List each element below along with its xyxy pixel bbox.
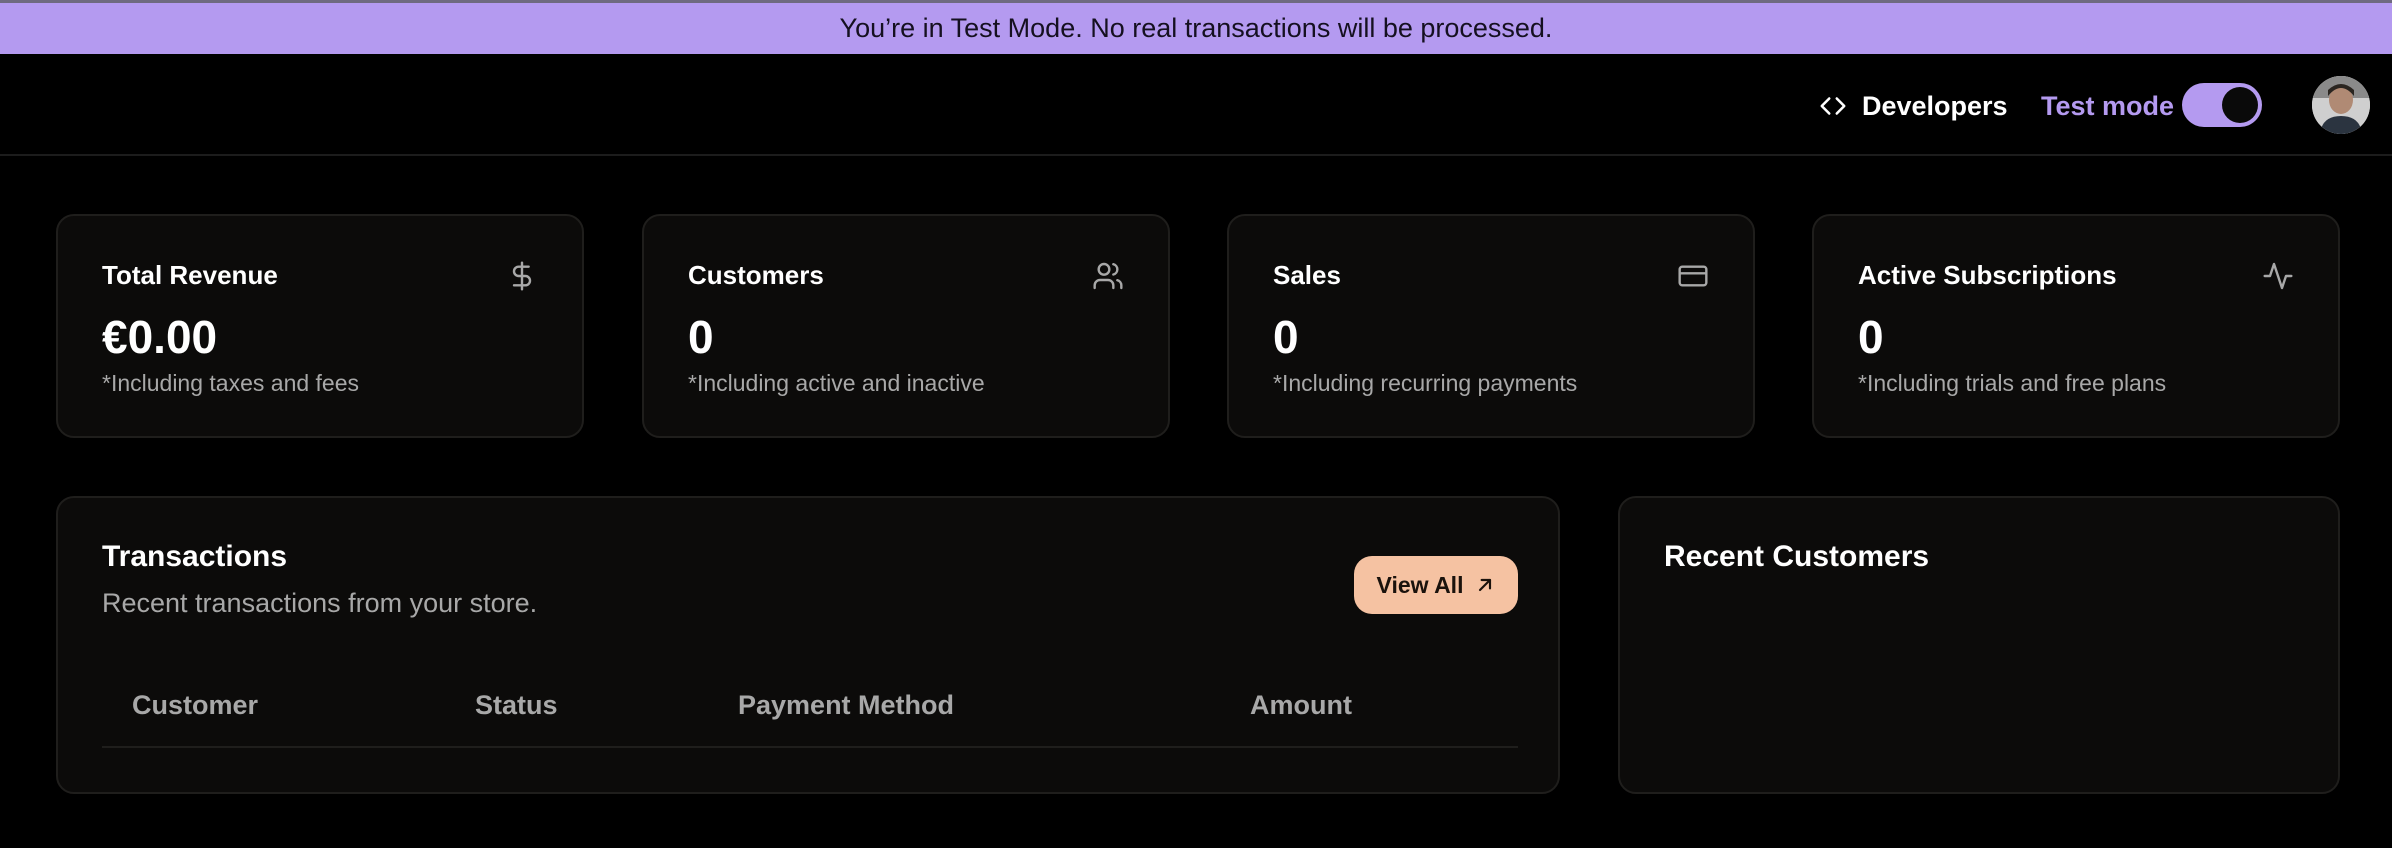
stat-card-total-revenue: Total Revenue €0.00 *Including taxes and… [56, 214, 584, 438]
table-header-row: Customer Status Payment Method Amount [102, 668, 1518, 748]
column-header-payment-method[interactable]: Payment Method [738, 690, 954, 721]
stat-note: *Including recurring payments [1273, 370, 1578, 396]
stat-value: 0 [688, 311, 714, 363]
developers-label: Developers [1862, 90, 2008, 121]
stat-note: *Including active and inactive [688, 370, 985, 396]
view-all-button[interactable]: View All [1354, 556, 1518, 614]
test-mode-banner: You’re in Test Mode. No real transaction… [0, 0, 2392, 54]
stat-note: *Including trials and free plans [1858, 370, 2167, 396]
user-avatar-icon [2312, 76, 2370, 134]
users-icon [1093, 262, 1123, 290]
credit-card-icon [1678, 265, 1708, 287]
avatar[interactable] [2312, 76, 2370, 134]
developers-link[interactable]: Developers [1818, 86, 2008, 126]
test-mode-label: Test mode [2041, 90, 2175, 121]
stat-title: Customers [688, 260, 824, 290]
recent-customers-card: Recent Customers [1618, 496, 2340, 794]
stat-note: *Including taxes and fees [102, 370, 360, 396]
stat-card-customers: Customers 0 *Including active and inacti… [642, 214, 1170, 438]
activity-icon [2263, 262, 2293, 290]
stat-title: Sales [1273, 260, 1341, 290]
code-icon [1820, 97, 1846, 115]
transactions-title: Transactions [102, 540, 288, 573]
dollar-icon [512, 261, 532, 291]
view-all-label: View All [1376, 571, 1464, 598]
top-bar: Developers Test mode [0, 54, 2392, 156]
stat-value: 0 [1858, 311, 1884, 363]
stat-value: €0.00 [102, 311, 218, 363]
banner-text: You’re in Test Mode. No real transaction… [839, 13, 1553, 43]
stat-title: Total Revenue [102, 260, 278, 290]
stat-title: Active Subscriptions [1858, 260, 2117, 290]
toggle-knob [2222, 87, 2258, 123]
transactions-card: Transactions Recent transactions from yo… [56, 496, 1560, 794]
column-header-customer[interactable]: Customer [132, 690, 258, 721]
stat-card-sales: Sales 0 *Including recurring payments [1227, 214, 1755, 438]
arrow-up-right-icon [1479, 578, 1492, 592]
transactions-subtitle: Recent transactions from your store. [102, 588, 538, 618]
recent-customers-title: Recent Customers [1664, 540, 1930, 573]
column-header-amount[interactable]: Amount [1250, 690, 1352, 721]
stat-value: 0 [1273, 311, 1299, 363]
test-mode-toggle[interactable] [2182, 83, 2262, 127]
column-header-status[interactable]: Status [475, 690, 558, 721]
stat-card-active-subscriptions: Active Subscriptions 0 *Including trials… [1812, 214, 2340, 438]
